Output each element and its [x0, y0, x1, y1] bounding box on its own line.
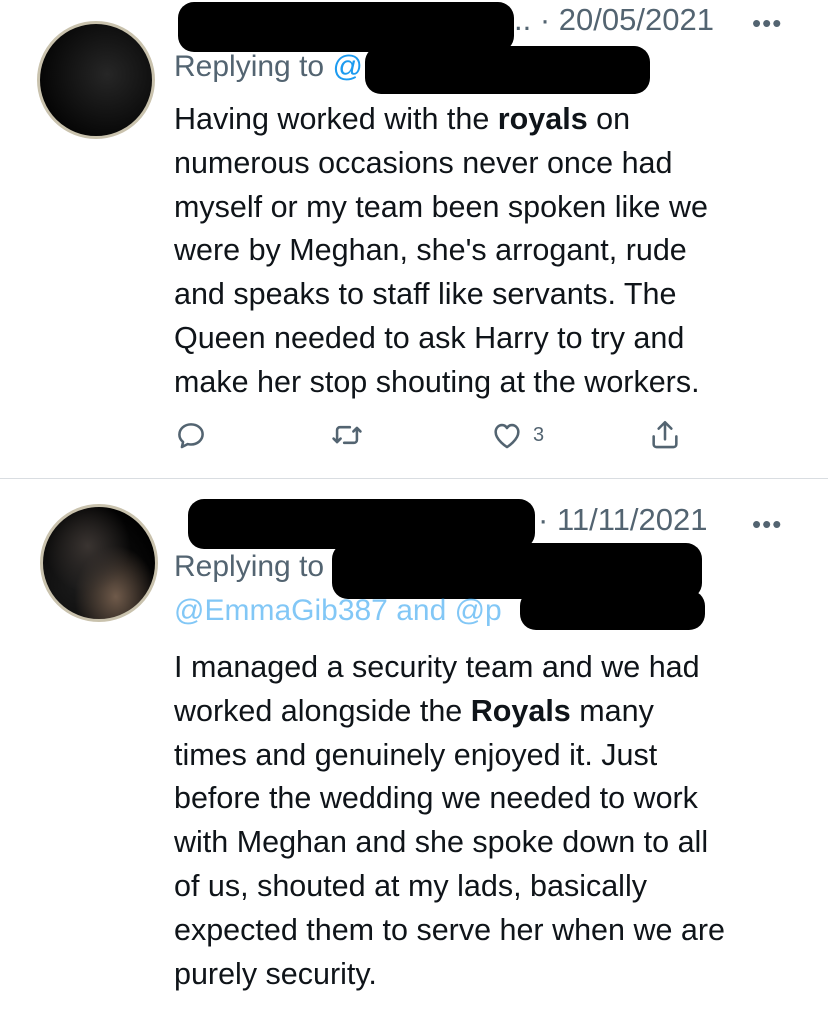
- replying-to-handles[interactable]: @EmmaGib387 and @p: [174, 594, 502, 628]
- reply-icon: [178, 423, 204, 449]
- more-options-icon[interactable]: •••: [752, 509, 782, 540]
- redacted-username: [188, 499, 535, 549]
- redacted-username: [178, 2, 514, 52]
- like-count: 3: [533, 423, 545, 446]
- retweet-icon: [332, 425, 362, 445]
- redacted-reply-handle-2: [520, 590, 705, 630]
- heart-icon: [494, 423, 520, 449]
- tweet-text: Having worked with the royals on numerou…: [174, 102, 708, 399]
- avatar[interactable]: [37, 21, 155, 139]
- replying-to-label: Replying to @: [174, 50, 363, 83]
- tweet-text: I managed a security team and we had wor…: [174, 650, 725, 991]
- like-button[interactable]: 3: [490, 418, 544, 452]
- tweet-date[interactable]: · 11/11/2021: [538, 502, 708, 538]
- more-options-icon[interactable]: •••: [752, 8, 782, 39]
- redacted-reply-handle: [365, 46, 650, 94]
- tweet-2[interactable]: · 11/11/2021 ••• Replying to @EmmaGib387…: [0, 479, 828, 1009]
- share-button[interactable]: [648, 418, 682, 452]
- retweet-button[interactable]: [330, 418, 364, 452]
- avatar[interactable]: [40, 504, 158, 622]
- reply-button[interactable]: [174, 418, 208, 452]
- share-icon: [652, 420, 678, 449]
- tweet-date[interactable]: .. · 20/05/2021: [514, 2, 714, 38]
- replying-to-label: Replying to: [174, 550, 325, 583]
- tweet-1[interactable]: .. · 20/05/2021 ••• Replying to @ Having…: [0, 0, 828, 478]
- tweet-actions: 3: [174, 418, 694, 454]
